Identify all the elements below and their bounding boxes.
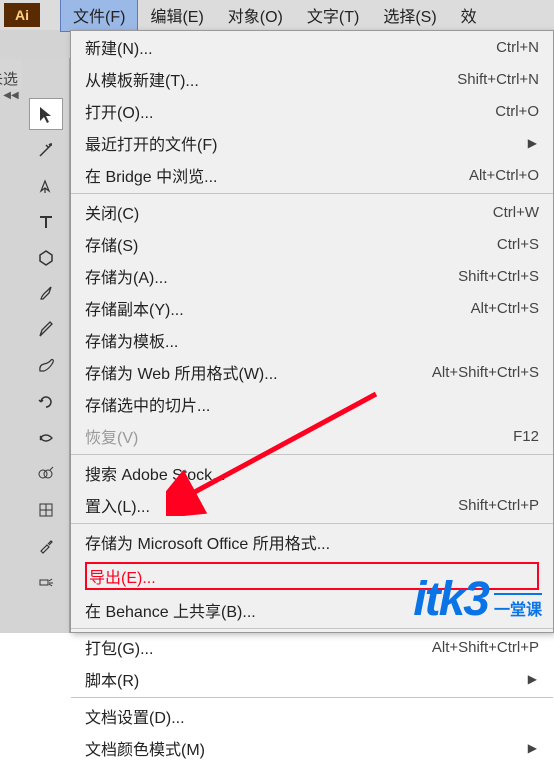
app-icon: Ai xyxy=(4,3,40,27)
menu-msoffice[interactable]: 存储为 Microsoft Office 所用格式... xyxy=(71,526,553,558)
rotate-tool[interactable] xyxy=(29,386,63,418)
left-strip: 未选 ◀◀ xyxy=(0,58,22,633)
menu-bridge[interactable]: 在 Bridge 中浏览...Alt+Ctrl+O xyxy=(71,159,553,191)
menu-save[interactable]: 存储(S)Ctrl+S xyxy=(71,228,553,260)
shortcut: Ctrl+N xyxy=(496,39,539,56)
watermark-sub: 一堂课 xyxy=(494,593,542,620)
menu-save-slices[interactable]: 存储选中的切片... xyxy=(71,388,553,420)
pencil-tool[interactable] xyxy=(29,314,63,346)
menu-save-web[interactable]: 存储为 Web 所用格式(W)...Alt+Shift+Ctrl+S xyxy=(71,356,553,388)
eyedropper-tool[interactable] xyxy=(29,530,63,562)
menu-object[interactable]: 对象(O) xyxy=(216,0,295,31)
menu-package[interactable]: 打包(G)...Alt+Shift+Ctrl+P xyxy=(71,631,553,663)
menu-colormode[interactable]: 文档颜色模式(M)▶ xyxy=(71,732,553,764)
shortcut: Shift+Ctrl+N xyxy=(457,71,539,88)
menu-effect[interactable]: 效 xyxy=(449,0,489,31)
shortcut: Alt+Shift+Ctrl+P xyxy=(432,639,539,656)
menu-scripts[interactable]: 脚本(R)▶ xyxy=(71,663,553,695)
shortcut: Ctrl+O xyxy=(495,103,539,120)
shape-tool[interactable] xyxy=(29,242,63,274)
menu-close[interactable]: 关闭(C)Ctrl+W xyxy=(71,196,553,228)
menu-new[interactable]: 新建(N)...Ctrl+N xyxy=(71,31,553,63)
menu-new-template[interactable]: 从模板新建(T)...Shift+Ctrl+N xyxy=(71,63,553,95)
shortcut: Ctrl+W xyxy=(493,204,539,221)
menu-docsetup[interactable]: 文档设置(D)... xyxy=(71,700,553,732)
magic-wand-tool[interactable] xyxy=(29,134,63,166)
menu-save-copy[interactable]: 存储副本(Y)...Alt+Ctrl+S xyxy=(71,292,553,324)
menu-file[interactable]: 文件(F) xyxy=(60,0,138,32)
submenu-arrow-icon: ▶ xyxy=(528,672,539,686)
watermark-main: itk3 xyxy=(413,572,488,627)
shortcut: Alt+Ctrl+O xyxy=(469,167,539,184)
menu-revert: 恢复(V)F12 xyxy=(71,420,553,452)
menu-place[interactable]: 置入(L)...Shift+Ctrl+P xyxy=(71,489,553,521)
submenu-arrow-icon: ▶ xyxy=(528,136,539,150)
menu-type[interactable]: 文字(T) xyxy=(295,0,371,31)
shortcut: Alt+Ctrl+S xyxy=(471,300,539,317)
file-dropdown: 新建(N)...Ctrl+N 从模板新建(T)...Shift+Ctrl+N 打… xyxy=(70,30,554,633)
symbolspray-tool[interactable] xyxy=(29,566,63,598)
separator xyxy=(71,697,553,698)
separator xyxy=(71,454,553,455)
menu-save-as[interactable]: 存储为(A)...Shift+Ctrl+S xyxy=(71,260,553,292)
separator xyxy=(71,523,553,524)
separator xyxy=(71,193,553,194)
width-tool[interactable] xyxy=(29,422,63,454)
brush-tool[interactable] xyxy=(29,278,63,310)
menu-stock[interactable]: 搜索 Adobe Stock... xyxy=(71,457,553,489)
blob-tool[interactable] xyxy=(29,350,63,382)
shapebuilder-tool[interactable] xyxy=(29,458,63,490)
type-tool[interactable] xyxy=(29,206,63,238)
submenu-arrow-icon: ▶ xyxy=(528,741,539,755)
menu-select[interactable]: 选择(S) xyxy=(371,0,448,31)
shortcut: Shift+Ctrl+S xyxy=(458,268,539,285)
pen-tool[interactable] xyxy=(29,170,63,202)
selection-tool[interactable] xyxy=(29,98,63,130)
shortcut: F12 xyxy=(513,428,539,445)
shortcut: Shift+Ctrl+P xyxy=(458,497,539,514)
collapse-icon[interactable]: ◀◀ xyxy=(3,91,18,101)
mesh-tool[interactable] xyxy=(29,494,63,526)
menu-edit[interactable]: 编辑(E) xyxy=(138,0,215,31)
shortcut: Alt+Shift+Ctrl+S xyxy=(432,364,539,381)
tool-panel xyxy=(22,58,70,633)
shortcut: Ctrl+S xyxy=(497,236,539,253)
separator xyxy=(71,628,553,629)
menu-open[interactable]: 打开(O)...Ctrl+O xyxy=(71,95,553,127)
watermark: itk3 一堂课 xyxy=(413,572,542,627)
menu-save-template[interactable]: 存储为模板... xyxy=(71,324,553,356)
menu-recent[interactable]: 最近打开的文件(F)▶ xyxy=(71,127,553,159)
menubar: Ai 文件(F) 编辑(E) 对象(O) 文字(T) 选择(S) 效 xyxy=(0,0,554,30)
